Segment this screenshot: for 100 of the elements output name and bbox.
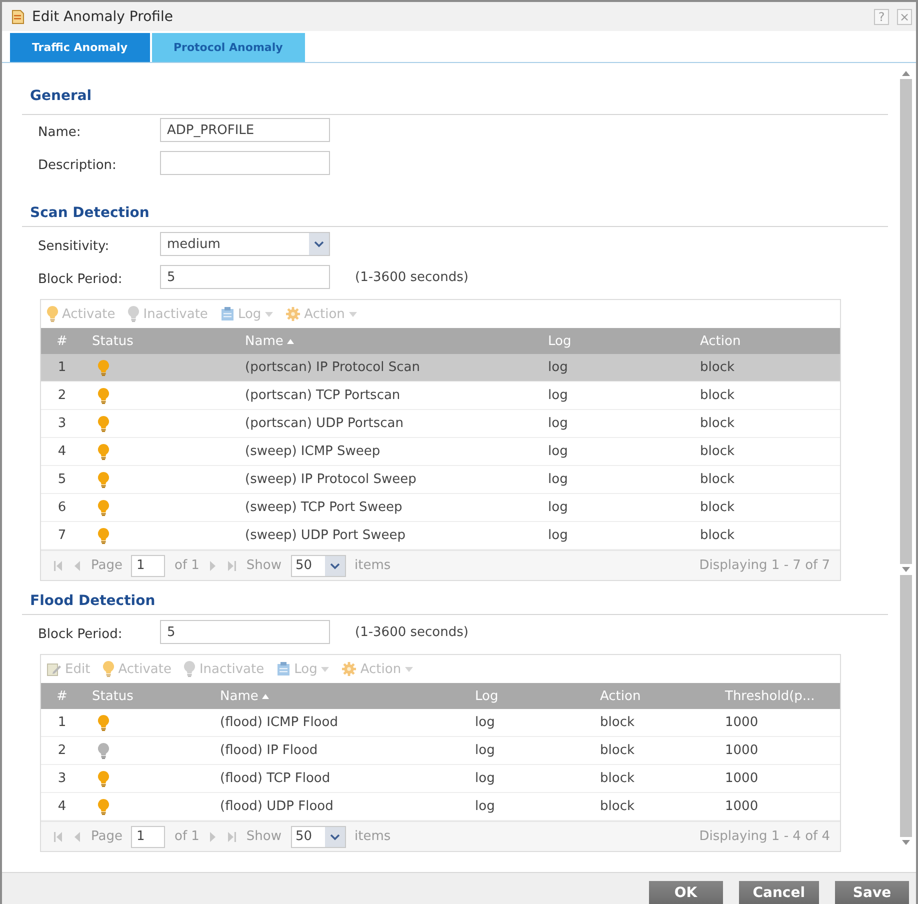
hint-text: (1-3600 seconds) [355, 270, 468, 284]
last-page-icon[interactable] [227, 830, 238, 842]
previous-page-icon[interactable] [72, 830, 82, 842]
table-cell: (portscan) UDP Portscan [245, 416, 404, 431]
table-cell: 1000 [725, 743, 758, 758]
row-number: 6 [58, 500, 66, 515]
input-field[interactable]: ADP_PROFILE [160, 118, 330, 142]
table-cell: log [548, 416, 568, 431]
clipboard-icon [277, 662, 290, 676]
table-cell: log [475, 799, 495, 814]
section-heading: Flood Detection [30, 593, 156, 609]
row-number: 4 [58, 799, 66, 814]
section-heading: General [30, 88, 92, 104]
table-cell: log [548, 500, 568, 515]
sort-up-icon [287, 338, 294, 344]
page-field[interactable]: 1 [131, 554, 166, 576]
column-header[interactable]: Name [220, 688, 270, 704]
field-label: Sensitivity: [38, 238, 110, 254]
table-cell: (flood) UDP Flood [220, 799, 334, 814]
field-label: Name: [38, 124, 81, 140]
items-label: items [354, 558, 391, 573]
table-cell: block [700, 500, 734, 515]
row-number: 5 [58, 472, 66, 487]
table-cell: log [475, 771, 495, 786]
close-button[interactable]: × [897, 8, 912, 24]
scroll-down-icon[interactable] [902, 567, 910, 572]
table-cell: (flood) TCP Flood [220, 771, 330, 786]
scroll-down-icon[interactable] [902, 840, 910, 845]
page-size-select[interactable]: 50 [290, 554, 346, 576]
row-number: 2 [58, 743, 66, 758]
tab[interactable]: Protocol Anomaly [152, 33, 305, 62]
table-cell: (flood) ICMP Flood [220, 715, 338, 730]
dialog-button[interactable]: Cancel [738, 881, 819, 904]
scroll-up-icon[interactable] [902, 71, 910, 76]
table-cell: (sweep) TCP Port Sweep [245, 500, 402, 515]
column-header[interactable]: Threshold(p... [725, 688, 815, 704]
first-page-icon[interactable] [53, 830, 63, 842]
table-cell: block [600, 715, 634, 730]
gear-icon [342, 662, 356, 676]
tab[interactable]: Traffic Anomaly [10, 33, 150, 62]
page-total: of 1 [174, 558, 200, 573]
show-label: Show [246, 558, 282, 573]
column-header[interactable]: Log [475, 688, 498, 704]
row-number: 3 [58, 416, 66, 431]
table-cell: (sweep) UDP Port Sweep [245, 528, 406, 543]
scroll-thumb[interactable] [900, 575, 912, 837]
input-field[interactable] [160, 151, 330, 175]
table-cell: block [600, 799, 634, 814]
field-label: Block Period: [38, 626, 122, 642]
column-header[interactable]: Status [92, 334, 134, 348]
previous-page-icon[interactable] [72, 560, 82, 572]
table-cell: (sweep) IP Protocol Sweep [245, 472, 416, 487]
table-cell: log [548, 360, 568, 375]
display-summary: Displaying 1 - 7 of 7 [699, 558, 830, 573]
gear-icon [286, 307, 300, 321]
help-button[interactable]: ? [874, 8, 889, 24]
row-number: 7 [58, 528, 66, 543]
table-cell: log [548, 388, 568, 403]
page-label: Page [91, 829, 122, 844]
column-header[interactable]: Log [548, 334, 572, 348]
lightbulb-icon [184, 661, 196, 677]
section-heading: Scan Detection [30, 205, 150, 221]
table-cell: block [700, 472, 734, 487]
row-number: 1 [58, 715, 66, 730]
page-size-select[interactable]: 50 [290, 826, 346, 848]
lightbulb-icon [47, 306, 58, 322]
column-header[interactable]: # [56, 334, 68, 348]
display-summary: Displaying 1 - 4 of 4 [699, 829, 830, 844]
input-field[interactable]: 5 [160, 620, 330, 644]
dialog-button[interactable]: OK [648, 881, 723, 904]
clipboard-icon [220, 307, 234, 321]
first-page-icon[interactable] [53, 560, 63, 572]
notepad-pencil-icon [47, 662, 61, 676]
table-row[interactable]: 1 (portscan) IP Protocol Scan log block [41, 354, 840, 382]
column-header[interactable]: Action [700, 334, 741, 348]
column-header[interactable]: # [56, 688, 68, 704]
page-field[interactable]: 1 [131, 826, 166, 848]
table-cell: block [700, 528, 734, 543]
table-cell: block [600, 743, 634, 758]
column-header[interactable]: Name [245, 334, 294, 348]
page-total: of 1 [174, 829, 200, 844]
dropdown-field[interactable]: medium [160, 232, 330, 256]
column-header[interactable]: Status [92, 688, 134, 704]
lightbulb-icon [128, 306, 140, 322]
field-label: Description: [38, 158, 116, 172]
row-number: 4 [58, 444, 66, 459]
lightbulb-icon [103, 661, 114, 677]
scroll-thumb[interactable] [900, 79, 912, 564]
table-cell: block [700, 388, 734, 403]
column-header[interactable]: Action [600, 688, 641, 704]
window-title: Edit Anomaly Profile [32, 8, 173, 24]
last-page-icon[interactable] [227, 560, 238, 572]
field-label: Block Period: [38, 272, 122, 286]
table-cell: log [548, 472, 568, 487]
input-field[interactable]: 5 [160, 265, 330, 289]
table-cell: block [700, 444, 734, 459]
dialog-button[interactable]: Save [835, 881, 909, 904]
page-label: Page [91, 558, 122, 573]
document-icon [12, 10, 24, 24]
table-cell: (portscan) IP Protocol Scan [245, 360, 420, 375]
